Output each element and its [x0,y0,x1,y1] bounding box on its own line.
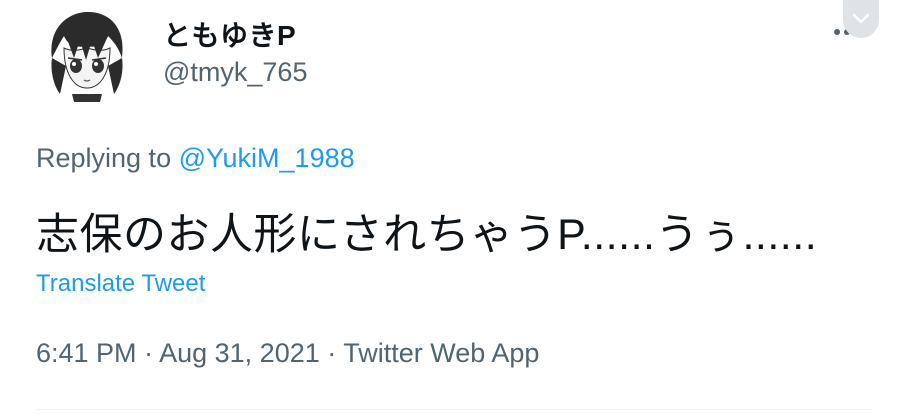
replying-to-prefix: Replying to [36,143,172,173]
divider [36,409,872,410]
anime-character-avatar-icon [38,6,136,104]
tweet-metadata: 6:41 PM · Aug 31, 2021 · Twitter Web App [36,338,539,369]
mention-link[interactable]: @YukiM_1988 [179,143,355,173]
meta-separator: · [144,338,154,368]
display-name[interactable]: ともゆきP [163,14,296,54]
avatar[interactable] [38,6,136,104]
replying-to: Replying to @YukiM_1988 [36,143,355,174]
collapse-tab[interactable] [843,0,879,38]
meta-separator: · [327,338,337,368]
user-handle[interactable]: @tmyk_765 [163,57,307,88]
tweet-text: 志保のお人形にされちゃうP......うぅ...... [36,211,818,259]
tweet-source[interactable]: Twitter Web App [343,338,539,368]
more-horizontal-icon [834,29,840,35]
tweet-time[interactable]: 6:41 PM [36,338,137,368]
chevron-down-icon [852,13,870,24]
translate-tweet-link[interactable]: Translate Tweet [36,270,205,298]
tweet-date[interactable]: Aug 31, 2021 [159,338,320,368]
tweet-container: ともゆきP @tmyk_765 Replying to @YukiM_1988 … [0,0,900,415]
